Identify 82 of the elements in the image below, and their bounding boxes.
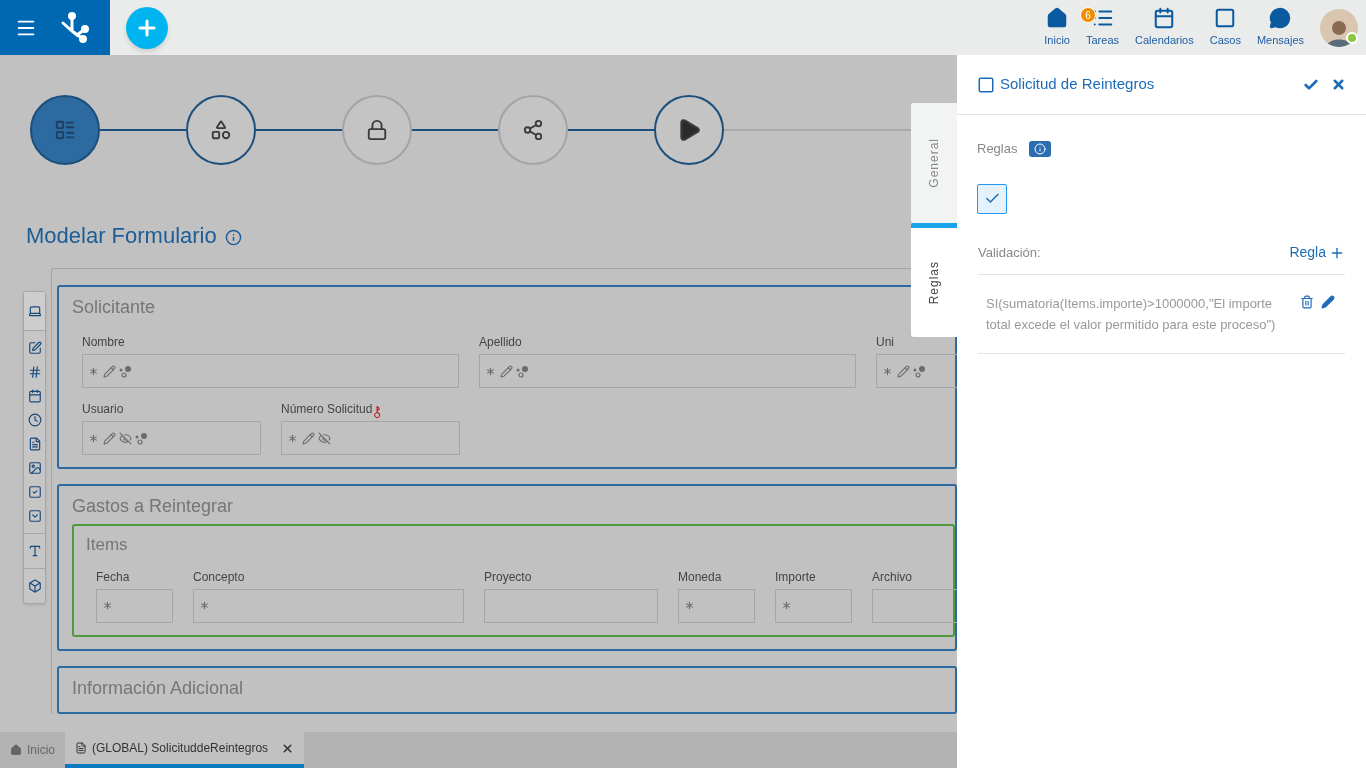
form-icon	[54, 119, 76, 141]
square-icon	[1214, 6, 1237, 29]
pencil-icon	[103, 431, 116, 445]
field-placeholder[interactable]	[82, 421, 261, 455]
checkbox-icon[interactable]	[27, 485, 42, 499]
avatar[interactable]	[1320, 8, 1358, 47]
field-label: Apellido	[479, 334, 522, 351]
clock-icon[interactable]	[27, 413, 42, 427]
nodes-icon	[135, 431, 148, 445]
field-label: Fecha	[96, 568, 130, 586]
asterisk-icon	[198, 599, 211, 612]
nodes-icon	[119, 364, 132, 378]
asterisk-icon	[780, 599, 793, 612]
pencil-icon	[103, 364, 116, 378]
square-icon	[977, 75, 995, 94]
nav-item[interactable]: Calendarios	[1131, 0, 1198, 55]
field-label: Importe	[775, 568, 816, 586]
field-placeholder[interactable]	[82, 354, 459, 388]
text-icon[interactable]	[27, 544, 42, 558]
nav-item[interactable]: Inicio	[1040, 0, 1074, 55]
nodes-icon	[516, 364, 529, 378]
add-rule-button[interactable]: Regla	[1289, 242, 1345, 263]
field-label: Número Solicitud	[281, 401, 373, 418]
asterisk-icon	[101, 599, 114, 612]
field-placeholder[interactable]	[775, 588, 852, 623]
field-placeholder[interactable]	[678, 588, 755, 623]
rule-expression: SI(sumatoria(Items.importe)>1000000,"El importe total excede el valor permitido para este proceso")	[986, 294, 1277, 334]
field-label: Proyecto	[484, 568, 532, 586]
hash-icon[interactable]	[27, 365, 42, 379]
nav-item[interactable]: Mensajes	[1252, 0, 1308, 55]
page-title: Modelar Formulario	[26, 222, 217, 250]
section-label: Reglas	[977, 140, 1018, 158]
shapes-icon	[210, 119, 232, 141]
image-icon[interactable]	[27, 461, 42, 475]
grid-title: Items	[86, 534, 129, 556]
field-label: Uni	[876, 334, 894, 351]
pencil-icon[interactable]	[1321, 294, 1335, 309]
field-placeholder[interactable]	[96, 588, 173, 623]
section-title: Información Adicional	[72, 676, 245, 700]
chat-bubble-icon	[1269, 6, 1292, 29]
vertical-tab[interactable]: General	[911, 103, 957, 223]
info-icon[interactable]	[1029, 140, 1052, 157]
panel-title: Solicitud de Reintegros	[1000, 74, 1155, 95]
pencil-icon	[897, 364, 910, 378]
trash-icon[interactable]	[1300, 294, 1314, 309]
validation-label: Validación:	[978, 243, 1041, 262]
document-tab[interactable]: (GLOBAL) SolicituddeReintegros	[65, 732, 305, 768]
field-placeholder[interactable]	[281, 421, 460, 455]
asterisk-icon	[683, 599, 696, 612]
edit-icon[interactable]	[27, 341, 42, 355]
calendar-icon	[1153, 6, 1176, 29]
home-icon	[10, 744, 22, 756]
field-label: Archivo	[872, 568, 912, 586]
eye-off-icon	[318, 431, 331, 445]
pencil-icon	[302, 431, 315, 445]
laptop-icon[interactable]	[27, 304, 42, 318]
document-icon	[75, 742, 87, 754]
eye-off-icon	[119, 431, 132, 445]
vertical-tab[interactable]: Reglas	[911, 223, 957, 337]
close-icon[interactable]	[1331, 77, 1346, 92]
document-icon[interactable]	[27, 437, 42, 451]
pencil-icon	[500, 364, 513, 378]
field-label: Usuario	[82, 401, 124, 418]
field-placeholder[interactable]	[479, 354, 856, 388]
home-icon	[1046, 6, 1069, 29]
checkbox[interactable]	[977, 183, 1007, 214]
lock-icon	[366, 119, 388, 141]
nav-item[interactable]: Tareas 6	[1082, 0, 1124, 55]
cube-icon[interactable]	[27, 579, 42, 593]
dropdown-icon[interactable]	[27, 509, 42, 523]
calendar-icon[interactable]	[27, 389, 42, 403]
info-icon[interactable]	[224, 228, 242, 246]
field-placeholder[interactable]	[484, 588, 658, 623]
share-icon	[522, 119, 544, 141]
field-label: Concepto	[193, 568, 245, 586]
field-label: Moneda	[678, 568, 722, 586]
section-title: Gastos a Reintegrar	[72, 495, 235, 518]
count-badge: 6	[1080, 7, 1096, 23]
nodes-icon	[913, 364, 926, 378]
nav-item[interactable]: Casos	[1205, 0, 1245, 55]
field-label: Nombre	[82, 334, 125, 351]
field-placeholder[interactable]	[193, 588, 464, 623]
